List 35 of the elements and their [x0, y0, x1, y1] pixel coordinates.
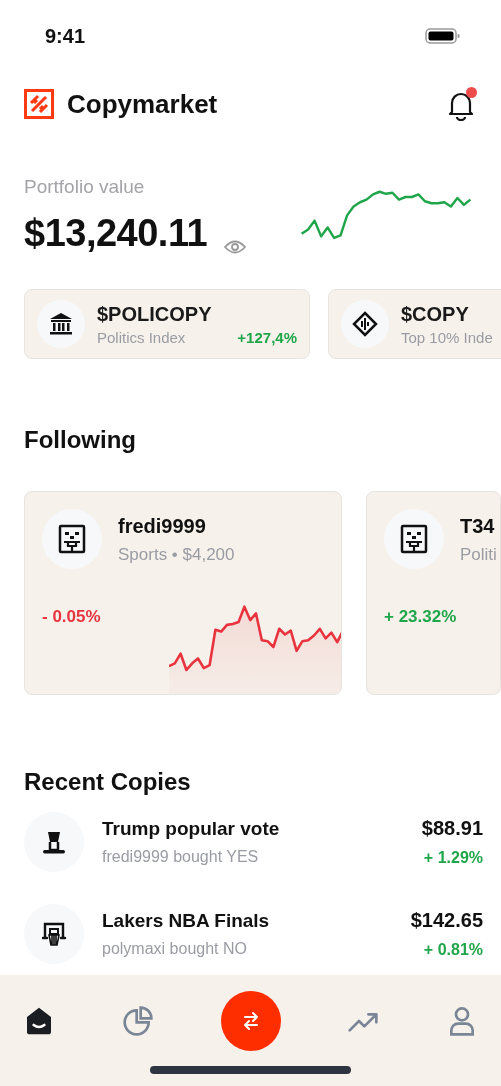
index-card[interactable]: $POLICOPY Politics Index +127,4%	[24, 289, 310, 359]
bank-icon	[37, 300, 85, 348]
trader-name: T34	[460, 515, 496, 538]
pie-chart-icon[interactable]	[121, 1005, 154, 1037]
status-time: 9:41	[45, 24, 86, 48]
logo-icon	[24, 89, 54, 119]
index-subtitle: Top 10% Inde	[401, 328, 493, 346]
section-title: Recent Copies	[24, 768, 192, 797]
index-subtitle: Politics Index	[97, 328, 187, 346]
copy-subtitle: polymaxi bought NO	[102, 940, 248, 958]
trader-change: - 0.05%	[42, 607, 101, 627]
trader-subtitle: Politi	[460, 545, 497, 565]
portfolio-label: Portfolio value	[24, 176, 146, 198]
copy-change: + 0.81%	[423, 941, 483, 959]
section-title: Following	[24, 426, 137, 455]
trader-card[interactable]: T34 Politi + 23.32%	[366, 491, 501, 695]
copy-subtitle: fredi9999 bought YES	[102, 848, 260, 866]
index-name: $POLICOPY	[97, 302, 212, 326]
trader-card[interactable]: fredi9999 Sports • $4,200 - 0.05%	[24, 491, 342, 695]
index-card[interactable]: $COPY Top 10% Inde	[328, 289, 501, 359]
index-name: $COPY	[401, 302, 470, 326]
battery-icon	[425, 27, 461, 45]
trader-change: + 23.32%	[384, 607, 457, 627]
copy-price: $88.91	[421, 817, 483, 840]
trader-name: fredi9999	[118, 515, 207, 538]
portfolio-value: $13,240.11	[24, 212, 208, 255]
index-change: +127,4%	[237, 329, 297, 346]
copy-title: Lakers NBA Finals	[102, 910, 271, 932]
eye-icon[interactable]	[223, 239, 248, 255]
notification-button[interactable]	[447, 87, 477, 121]
copy-title: Trump popular vote	[102, 818, 281, 840]
copy-price: $142.65	[410, 909, 483, 932]
app-title: Copymarket	[67, 88, 219, 120]
trader-subtitle: Sports • $4,200	[118, 545, 235, 565]
copy-change: + 1.29%	[423, 849, 483, 867]
